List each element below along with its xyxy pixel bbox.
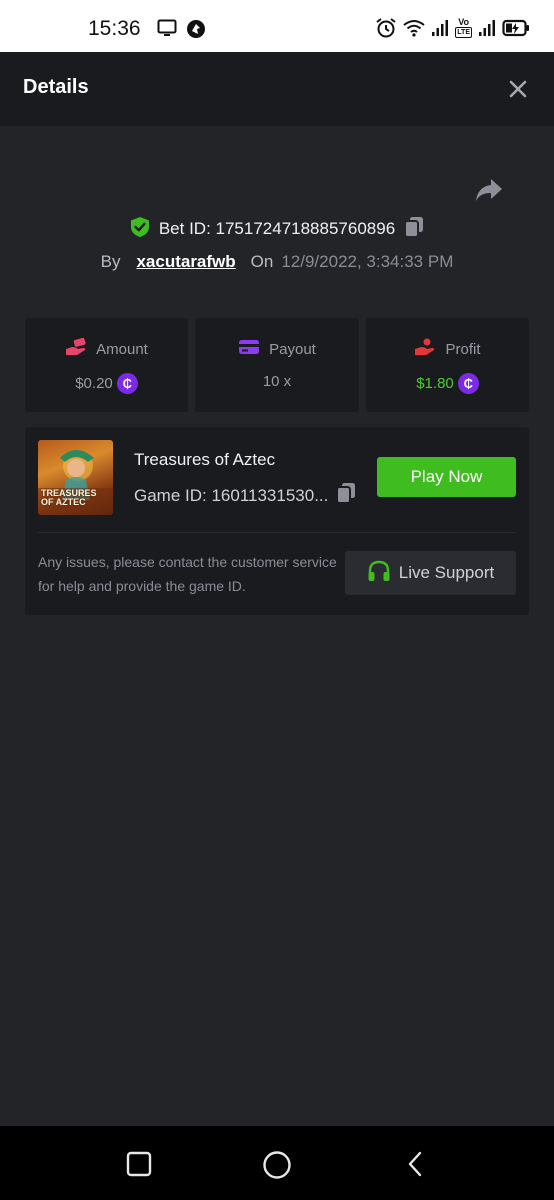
profit-label: Profit <box>445 340 481 358</box>
status-bar: 15:36 Vo LTE <box>0 0 554 52</box>
copy-icon[interactable] <box>336 482 356 509</box>
coin-icon: ₵ <box>116 373 138 394</box>
support-hint-text: Any issues, please contact the customer … <box>38 554 337 594</box>
amount-value: $0.20 <box>75 375 113 392</box>
bet-id-label: Bet ID: 1751724718885760896 <box>158 219 396 238</box>
profit-hand-icon <box>414 338 436 360</box>
alarm-icon <box>375 17 397 39</box>
money-hand-icon <box>65 337 87 360</box>
signal-icon <box>431 19 449 37</box>
payout-label: Payout <box>269 340 316 358</box>
volte-icon: Vo LTE <box>455 17 472 38</box>
home-circle-icon[interactable] <box>262 1150 291 1179</box>
game-card: TREASURES OF AZTEC Treasures of Aztec Ga… <box>25 427 529 615</box>
bet-meta-row: By xacutarafwb On 12/9/2022, 3:34:33 PM <box>0 249 554 275</box>
screen-icon <box>157 19 177 44</box>
recents-square-icon[interactable] <box>125 1150 153 1178</box>
game-title: Treasures of Aztec <box>134 450 276 469</box>
app-notification-icon <box>186 19 206 44</box>
profit-card: Profit $1.80 ₵ <box>366 318 529 412</box>
system-nav-bar <box>0 1126 554 1200</box>
status-time: 15:36 <box>88 17 141 40</box>
share-icon[interactable] <box>474 177 504 203</box>
on-label: On <box>250 252 274 271</box>
battery-charging-icon <box>502 19 530 37</box>
live-support-label: Live Support <box>398 563 495 582</box>
profit-value: $1.80 <box>416 375 454 392</box>
bet-id-row: Bet ID: 1751724718885760896 <box>0 215 554 243</box>
shield-check-icon <box>130 216 150 243</box>
payout-card: Payout 10 x <box>195 318 359 412</box>
wifi-icon <box>403 19 425 37</box>
copy-icon[interactable] <box>404 216 424 243</box>
details-header: Details <box>0 52 554 126</box>
play-now-button[interactable]: Play Now <box>377 457 516 497</box>
headset-icon <box>367 560 391 587</box>
page-title: Details <box>23 76 89 98</box>
amount-card: Amount $0.20 ₵ <box>25 318 188 412</box>
close-icon[interactable] <box>506 77 530 101</box>
bet-date: 12/9/2022, 3:34:33 PM <box>281 252 454 271</box>
amount-label: Amount <box>96 340 148 358</box>
live-support-button[interactable]: Live Support <box>345 551 516 595</box>
signal-icon <box>478 19 496 37</box>
coin-icon: ₵ <box>457 373 479 394</box>
by-label: By <box>100 252 121 271</box>
divider <box>38 532 516 533</box>
game-thumbnail[interactable]: TREASURES OF AZTEC <box>38 440 113 515</box>
username-link[interactable]: xacutarafwb <box>136 252 235 272</box>
payout-value: 10 x <box>262 373 292 390</box>
game-thumbnail-text: TREASURES OF AZTEC <box>41 488 97 507</box>
game-id: Game ID: 16011331530... <box>134 485 329 505</box>
card-icon <box>238 338 260 360</box>
back-chevron-icon[interactable] <box>402 1150 430 1178</box>
